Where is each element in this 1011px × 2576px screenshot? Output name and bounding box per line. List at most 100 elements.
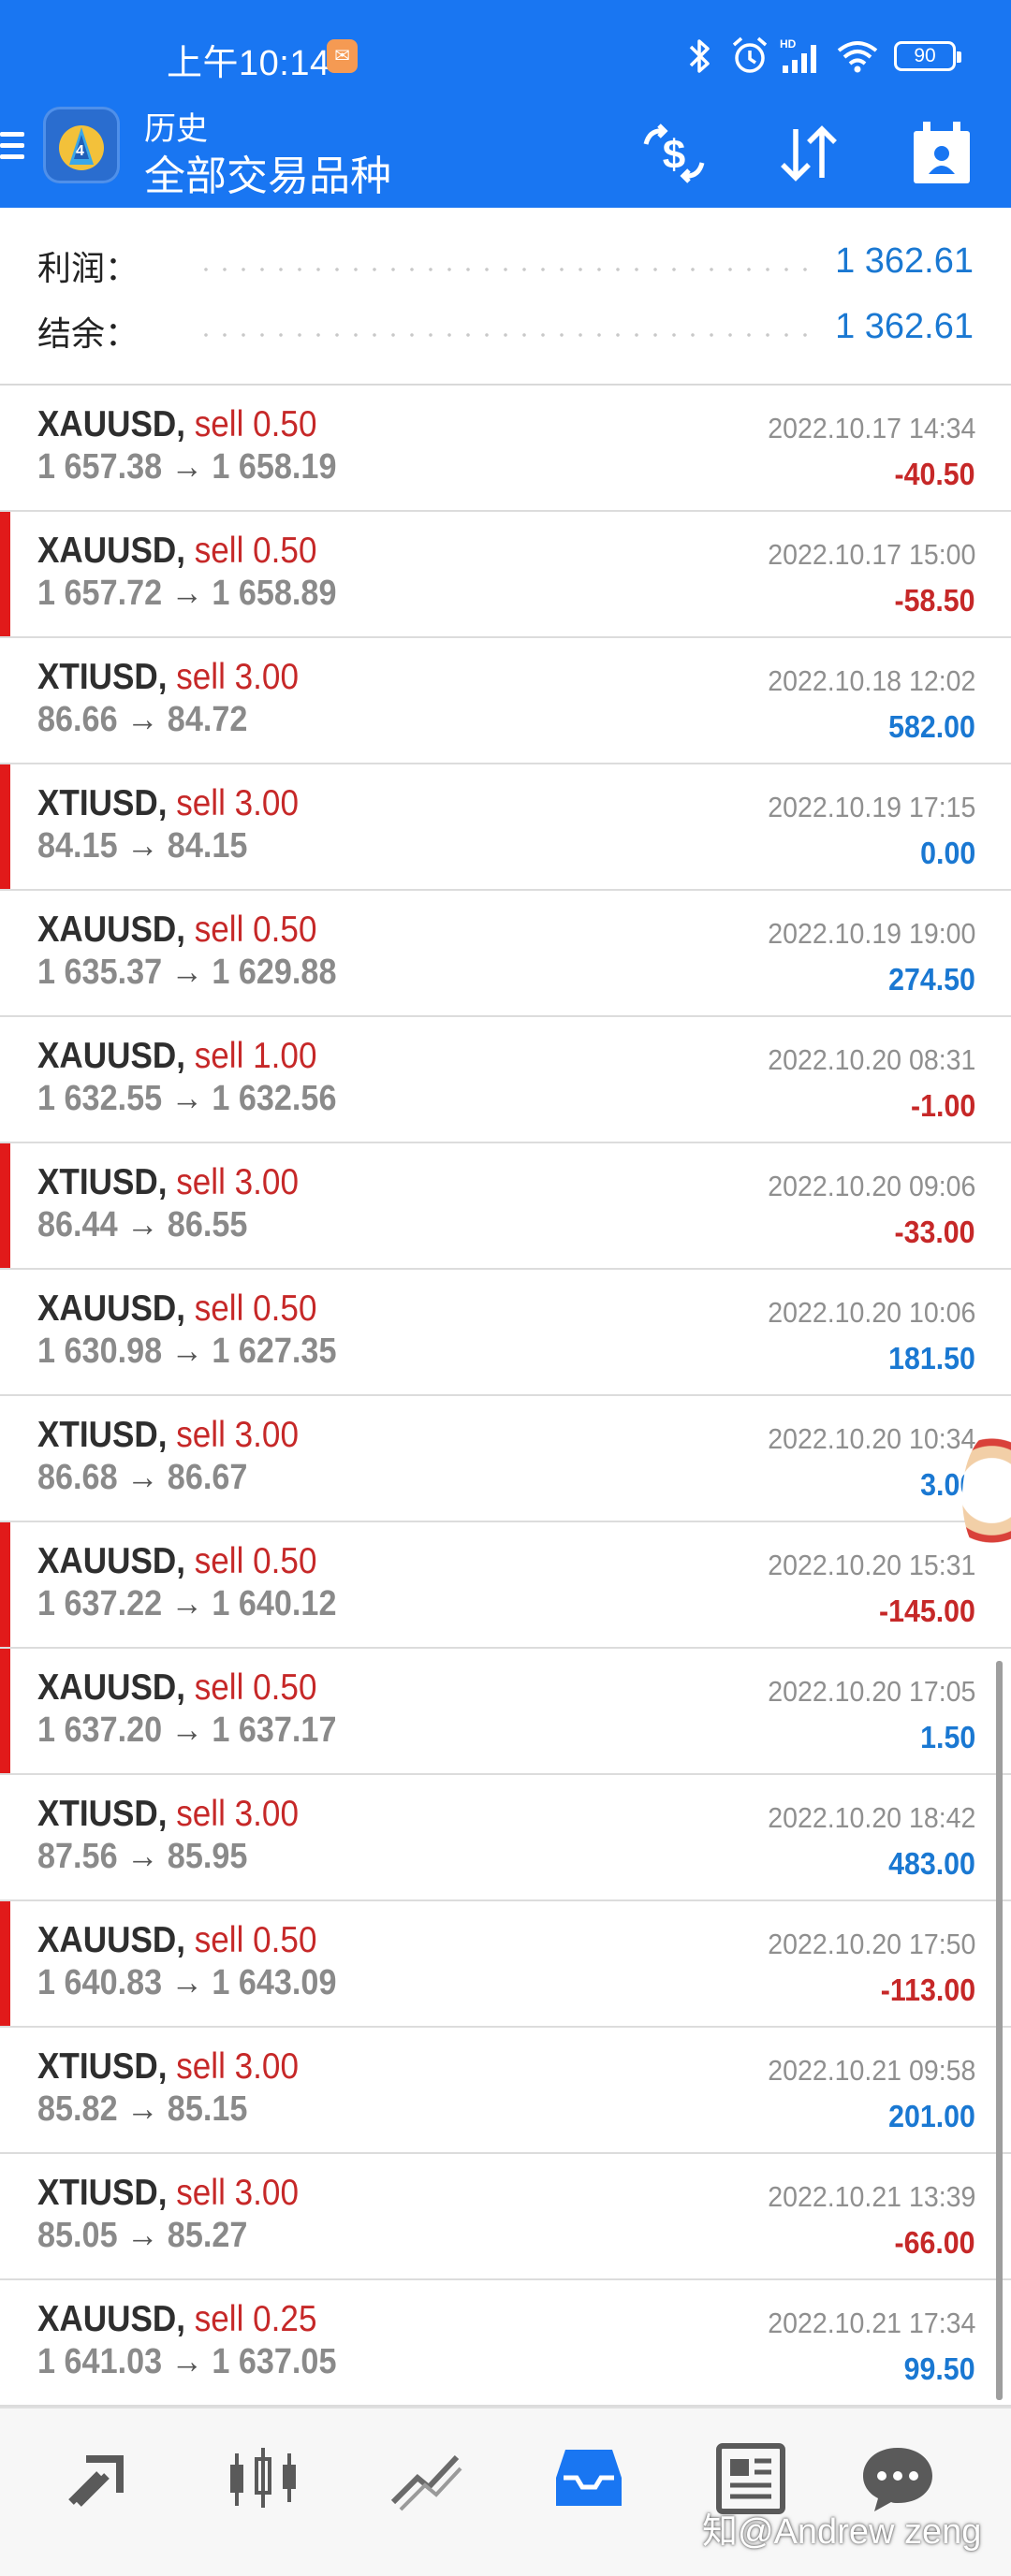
deal-profit: -58.50 (894, 583, 975, 618)
battery-icon: 90 (894, 41, 961, 71)
deal-time: 2022.10.20 09:06 (767, 1170, 975, 1202)
symbol-name: XTIUSD, (37, 2173, 168, 2213)
deal-symbol: XTIUSD, sell 3.00 (37, 1415, 299, 1456)
open-price: 1 632.55 (37, 1079, 163, 1118)
notification-icon: ✉ (327, 39, 358, 73)
deal-time: 2022.10.20 15:31 (767, 1549, 975, 1581)
deal-profit: -33.00 (894, 1215, 975, 1249)
deal-row[interactable]: XAUUSD, sell 0.50 1 630.98 → 1 627.35 2022… (0, 1270, 1011, 1396)
open-price: 1 640.83 (37, 1963, 163, 2002)
close-price: 1 637.17 (212, 1710, 337, 1750)
deal-row[interactable]: XTIUSD, sell 3.00 85.82 → 85.15 2022.10.21… (0, 2028, 1011, 2154)
nav-chart[interactable] (221, 2437, 305, 2521)
arrow-right-icon: → (170, 2342, 203, 2381)
deal-row[interactable]: XAUUSD, sell 0.25 1 641.03 → 1 637.05 2022… (0, 2280, 1011, 2407)
deal-time: 2022.10.21 17:34 (767, 2307, 975, 2339)
deal-prices: 86.44 → 86.55 (37, 1205, 247, 1245)
alarm-icon (732, 36, 768, 73)
app-bar: 4 历史 全部交易品种 $ (0, 103, 1011, 208)
deal-symbol: XTIUSD, sell 3.00 (37, 2046, 299, 2088)
deal-symbol: XAUUSD, sell 0.50 (37, 1667, 316, 1709)
deal-prices: 87.56 → 85.95 (37, 1837, 247, 1877)
nav-trade[interactable] (384, 2437, 468, 2521)
deal-row[interactable]: XTIUSD, sell 3.00 85.05 → 85.27 2022.10.21… (0, 2154, 1011, 2280)
nav-quotes[interactable] (58, 2437, 142, 2521)
deal-row[interactable]: XTIUSD, sell 3.00 86.66 → 84.72 2022.10.18… (0, 638, 1011, 764)
deal-row[interactable]: XAUUSD, sell 0.50 1 635.37 → 1 629.88 2022… (0, 891, 1011, 1017)
deal-profit: -40.50 (894, 457, 975, 491)
close-price: 1 627.35 (212, 1332, 337, 1371)
deal-prices: 1 630.98 → 1 627.35 (37, 1332, 336, 1372)
bluetooth-icon (689, 39, 710, 73)
close-price: 85.95 (167, 1837, 248, 1876)
deal-symbol: XAUUSD, sell 0.50 (37, 404, 316, 445)
deal-side: sell 0.50 (194, 1667, 317, 1708)
deal-time: 2022.10.20 08:31 (767, 1043, 975, 1076)
deal-time: 2022.10.19 19:00 (767, 917, 975, 950)
deal-side: sell 0.50 (194, 404, 317, 444)
close-price: 86.67 (167, 1458, 248, 1497)
svg-text:$: $ (663, 132, 685, 178)
bottom-nav: 知@Andrew zeng (0, 2407, 1011, 2576)
deal-time: 2022.10.17 14:34 (767, 412, 975, 444)
deal-row[interactable]: XTIUSD, sell 3.00 86.44 → 86.55 2022.10.20… (0, 1143, 1011, 1270)
deal-row[interactable]: XAUUSD, sell 0.50 1 637.22 → 1 640.12 2022… (0, 1522, 1011, 1649)
deal-row[interactable]: XTIUSD, sell 3.00 87.56 → 85.95 2022.10.20… (0, 1775, 1011, 1901)
deal-row[interactable]: XTIUSD, sell 3.00 86.68 → 86.67 2022.10.20… (0, 1396, 1011, 1522)
arrow-right-icon: → (170, 953, 203, 992)
sort-button[interactable] (771, 116, 846, 191)
deal-time: 2022.10.20 10:34 (767, 1422, 975, 1455)
deal-time: 2022.10.21 09:58 (767, 2054, 975, 2087)
deal-row[interactable]: XAUUSD, sell 0.50 1 657.38 → 1 658.19 2022… (0, 386, 1011, 512)
status-time: 上午10:14 (167, 44, 330, 83)
deal-row[interactable]: XTIUSD, sell 3.00 84.15 → 84.15 2022.10.19… (0, 764, 1011, 891)
deal-row[interactable]: XAUUSD, sell 1.00 1 632.55 → 1 632.56 2022… (0, 1017, 1011, 1143)
symbol-name: XAUUSD, (37, 404, 185, 444)
deal-profit: -1.00 (910, 1088, 975, 1123)
deal-side: sell 0.50 (194, 910, 317, 950)
deal-row[interactable]: XAUUSD, sell 0.50 1 657.72 → 1 658.89 2022… (0, 512, 1011, 638)
symbol-name: XTIUSD, (37, 1415, 168, 1455)
calendar-button[interactable] (904, 116, 979, 191)
history-icon (556, 2450, 622, 2506)
deal-symbol: XAUUSD, sell 0.50 (37, 910, 316, 951)
deal-symbol: XTIUSD, sell 3.00 (37, 783, 299, 824)
deal-symbol: XTIUSD, sell 3.00 (37, 1162, 299, 1203)
page-title[interactable]: 全部交易品种 (144, 142, 391, 202)
symbol-name: XAUUSD, (37, 1667, 185, 1708)
deal-symbol: XAUUSD, sell 0.25 (37, 2299, 316, 2340)
deal-prices: 86.68 → 86.67 (37, 1458, 247, 1498)
deal-list: XAUUSD, sell 0.50 1 657.38 → 1 658.19 2022… (0, 386, 1011, 2407)
symbol-name: XTIUSD, (37, 657, 168, 697)
deal-side: sell 3.00 (176, 1415, 299, 1455)
arrow-right-icon: → (126, 1205, 159, 1244)
open-price: 1 637.20 (37, 1710, 163, 1750)
deal-symbol: XTIUSD, sell 3.00 (37, 2173, 299, 2214)
arrow-right-icon: → (170, 1584, 203, 1623)
deal-side: sell 3.00 (176, 2046, 299, 2087)
calendar-icon (914, 122, 970, 183)
open-price: 85.82 (37, 2089, 118, 2129)
balance-label: 结余： (37, 314, 139, 353)
open-price: 87.56 (37, 1837, 118, 1876)
deal-row[interactable]: XAUUSD, sell 0.50 1 640.83 → 1 643.09 2022… (0, 1901, 1011, 2028)
deal-symbol: XAUUSD, sell 0.50 (37, 1541, 316, 1582)
dotted-leader (197, 333, 814, 337)
trade-icon (390, 2454, 462, 2511)
arrow-right-icon: → (170, 1710, 203, 1750)
deal-profit: -113.00 (880, 1972, 975, 2007)
arrow-right-icon: → (170, 447, 203, 487)
signal-icon: HD (780, 37, 816, 73)
deal-prices: 1 657.72 → 1 658.89 (37, 574, 336, 614)
deal-row[interactable]: XAUUSD, sell 0.50 1 637.20 → 1 637.17 2022… (0, 1649, 1011, 1775)
deal-prices: 86.66 → 84.72 (37, 700, 247, 740)
nav-history[interactable] (547, 2437, 631, 2521)
scrollbar[interactable] (996, 1661, 1003, 2400)
deal-side: sell 0.50 (194, 1541, 317, 1581)
deal-side: sell 3.00 (176, 783, 299, 823)
deposit-withdraw-button[interactable]: $ (637, 116, 711, 191)
menu-icon[interactable] (0, 125, 28, 174)
close-price: 85.27 (167, 2216, 248, 2255)
open-price: 1 657.38 (37, 447, 163, 487)
deal-time: 2022.10.20 18:42 (767, 1801, 975, 1834)
